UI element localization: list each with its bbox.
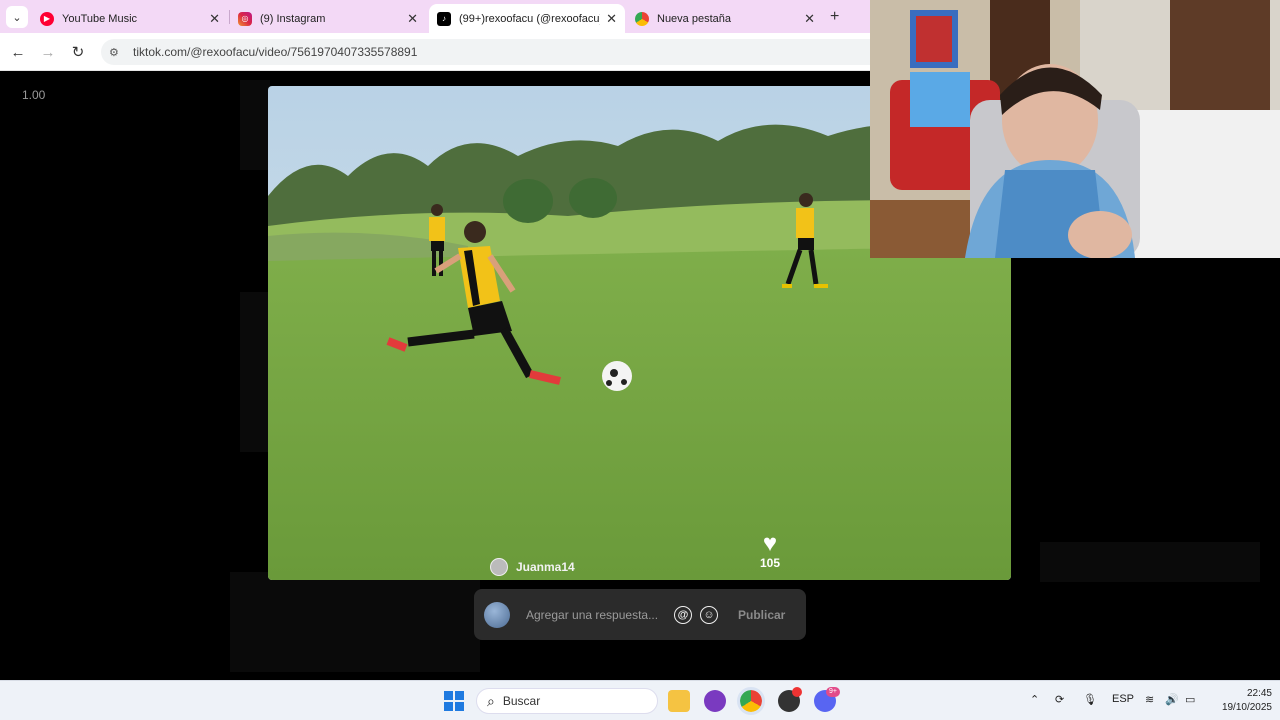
new-tab-plus-icon[interactable]: +	[830, 8, 839, 26]
like-count: 105	[759, 556, 781, 570]
discord-badge: 9+	[826, 687, 840, 697]
file-explorer-icon[interactable]	[668, 690, 690, 712]
clock-time: 22:45	[1246, 688, 1272, 699]
chrome-taskbar-icon[interactable]	[737, 687, 765, 715]
windows-taskbar: ⌕ Buscar 9+ ⌃ ⟳ 🎙 ESP ≋ 🔊 ▭ 22:45 19/10/…	[0, 680, 1280, 720]
webcam-overlay	[870, 0, 1280, 258]
youtube-music-icon: ▶	[40, 11, 54, 26]
sync-icon[interactable]: ⟳	[1055, 693, 1064, 706]
tiktok-icon: ♪	[437, 11, 451, 26]
notification-dot	[792, 687, 802, 697]
tab-title: Nueva pestaña	[657, 12, 731, 25]
heart-icon[interactable]: ♥	[755, 532, 785, 556]
tab-title: YouTube Music	[62, 12, 138, 25]
creator-name[interactable]: Juanma14	[516, 560, 575, 574]
reload-icon[interactable]: ↻	[68, 42, 88, 62]
wifi-icon[interactable]: ≋	[1145, 693, 1154, 706]
system-clock[interactable]: 22:45 19/10/2025	[1206, 687, 1272, 715]
playback-speed: 1.00	[22, 88, 46, 102]
volume-icon[interactable]: 🔊	[1165, 693, 1179, 706]
forward-arrow-icon[interactable]: →	[38, 42, 58, 62]
browser-tab-bar: ⌄ ▶ YouTube Music ✕ ◎ (9) Instagram ✕ ♪ …	[0, 0, 870, 33]
battery-icon[interactable]: ▭	[1185, 693, 1195, 706]
windows-start-icon[interactable]	[443, 690, 465, 712]
creator-label[interactable]: Juanma14	[490, 558, 575, 576]
tab-tiktok[interactable]: ♪ (99+)rexoofacu (@rexoofacu) | ✕	[429, 4, 625, 33]
taskbar-search[interactable]: ⌕ Buscar	[476, 688, 658, 714]
publish-button[interactable]: Publicar	[738, 608, 785, 622]
tab-new-tab[interactable]: Nueva pestaña ✕	[627, 4, 823, 33]
chrome-icon	[635, 11, 649, 26]
close-tab-icon[interactable]: ✕	[606, 11, 617, 27]
back-arrow-icon[interactable]: ←	[8, 42, 28, 62]
microphone-icon[interactable]: 🎙	[1083, 693, 1097, 706]
tab-youtube-music[interactable]: ▶ YouTube Music ✕	[32, 4, 228, 33]
user-avatar	[484, 601, 510, 628]
close-tab-icon[interactable]: ✕	[804, 11, 815, 27]
close-tab-icon[interactable]: ✕	[407, 11, 418, 27]
tab-instagram[interactable]: ◎ (9) Instagram ✕	[230, 4, 426, 33]
tab-title: (9) Instagram	[260, 12, 326, 25]
address-bar[interactable]: ⚙ tiktok.com/@rexoofacu/video/7561970407…	[101, 39, 870, 65]
tray-chevron-up-icon[interactable]: ⌃	[1030, 693, 1039, 706]
emoji-icon[interactable]: ☺	[700, 605, 718, 624]
app-icon[interactable]	[704, 690, 726, 712]
reply-bar: @ ☺ Publicar	[474, 589, 806, 640]
url-text[interactable]: tiktok.com/@rexoofacu/video/756197040733…	[133, 45, 417, 59]
clock-date: 19/10/2025	[1221, 702, 1272, 713]
site-settings-icon[interactable]: ⚙	[109, 46, 123, 59]
close-tab-icon[interactable]: ✕	[209, 11, 220, 27]
reply-input[interactable]	[526, 607, 666, 622]
search-label: Buscar	[502, 694, 541, 708]
search-icon: ⌕	[487, 692, 495, 709]
webcam-feed	[870, 0, 1280, 258]
tab-title: (99+)rexoofacu (@rexoofacu) |	[459, 12, 601, 25]
creator-avatar[interactable]	[490, 558, 508, 576]
language-indicator[interactable]: ESP	[1112, 693, 1134, 705]
instagram-icon: ◎	[238, 11, 252, 26]
browser-toolbar: ← → ↻ ⚙ tiktok.com/@rexoofacu/video/7561…	[0, 33, 870, 71]
mention-icon[interactable]: @	[674, 605, 692, 624]
like-button[interactable]: ♥ 105	[755, 532, 785, 571]
tab-search-chevron-icon[interactable]: ⌄	[6, 6, 28, 28]
